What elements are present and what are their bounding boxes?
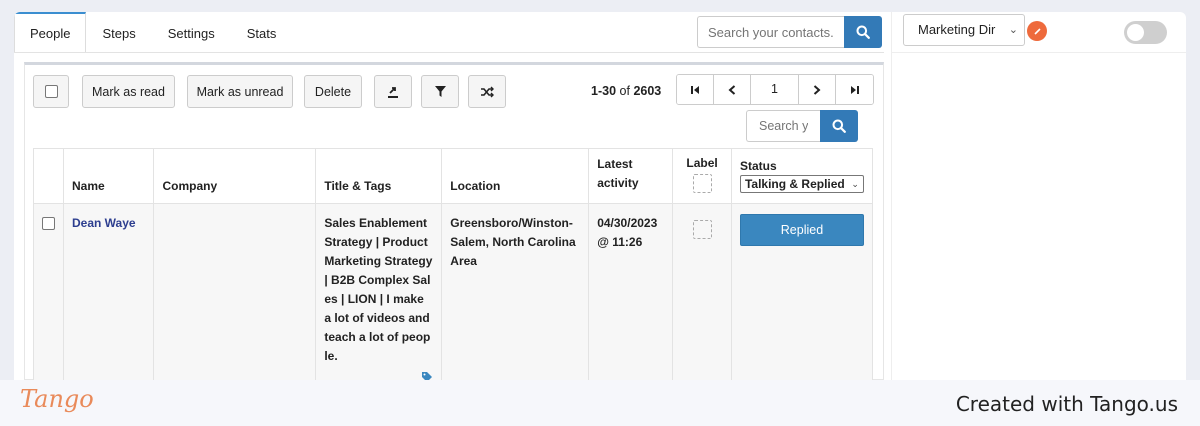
header-company[interactable]: Company (153, 148, 317, 204)
tag-icon[interactable] (324, 370, 433, 380)
shuffle-button[interactable] (468, 75, 506, 108)
page-of: of (619, 84, 630, 98)
tab-divider (14, 52, 884, 53)
tab-steps[interactable]: Steps (86, 12, 151, 52)
row-status: Replied (731, 203, 874, 380)
right-panel-divider (891, 12, 892, 380)
row-title-text: Sales Enablement Strategy | Product Mark… (324, 216, 433, 363)
contact-search (697, 16, 882, 48)
status-filter-select[interactable]: Talking & Replied ⌄ (739, 175, 864, 193)
header-location[interactable]: Location (441, 148, 590, 204)
row-select-cell (33, 203, 64, 380)
page-number-input[interactable]: 1 (751, 75, 799, 104)
search-icon (832, 119, 846, 133)
row-company (153, 203, 317, 380)
mark-unread-button[interactable]: Mark as unread (187, 75, 293, 108)
tab-settings[interactable]: Settings (152, 12, 231, 52)
table-header-row: Name Company Title & Tags Location Lates… (33, 148, 874, 204)
header-title-tags[interactable]: Title & Tags (315, 148, 443, 204)
header-label-text: Label (686, 156, 718, 170)
shuffle-icon (481, 86, 494, 97)
first-page-icon (691, 85, 699, 94)
prev-page-button[interactable] (714, 75, 751, 104)
select-all-button[interactable] (33, 75, 69, 108)
first-page-button[interactable] (677, 75, 714, 104)
tab-people[interactable]: People (14, 12, 87, 52)
replied-button[interactable]: Replied (739, 214, 864, 246)
row-title-tags: Sales Enablement Strategy | Product Mark… (315, 203, 443, 380)
pager: 1 (676, 74, 874, 105)
next-page-button[interactable] (799, 75, 836, 104)
campaign-dropdown-value: Marketing Dir (918, 22, 996, 37)
mark-read-button[interactable]: Mark as read (82, 75, 175, 108)
row-checkbox[interactable] (42, 217, 55, 230)
chevron-right-icon (813, 84, 821, 95)
contact-search-button[interactable] (844, 16, 882, 48)
label-filter-box[interactable] (692, 174, 712, 193)
table-search-button[interactable] (820, 110, 858, 142)
page-total: 2603 (633, 84, 662, 98)
row-label-box[interactable] (692, 220, 712, 239)
chevron-left-icon (728, 84, 736, 95)
table-search-input[interactable] (746, 110, 820, 142)
search-icon (856, 25, 870, 39)
row-location: Greensboro/Winston-Salem, North Carolina… (441, 203, 590, 380)
header-name[interactable]: Name (63, 148, 155, 204)
last-page-button[interactable] (836, 75, 873, 104)
main-card: People Steps Settings Stats Marketing Di… (14, 12, 1186, 380)
export-button[interactable] (374, 75, 412, 108)
contact-name-link[interactable]: Dean Waye (72, 216, 136, 230)
row-label (672, 203, 732, 380)
header-status: Status Talking & Replied ⌄ (731, 148, 874, 204)
contact-search-input[interactable] (697, 16, 844, 48)
export-icon (388, 86, 398, 98)
row-activity: 04/30/2023 @ 11:26 (588, 203, 674, 380)
header-latest-activity[interactable]: Latest activity (588, 148, 674, 204)
pencil-icon (1033, 27, 1041, 35)
tango-logo: Tango (20, 385, 94, 413)
page-count: 1-30 of 2603 (591, 84, 661, 98)
select-all-checkbox[interactable] (44, 85, 58, 98)
toggle-knob (1127, 24, 1144, 41)
tab-bar: People Steps Settings Stats (14, 12, 292, 52)
tab-stats[interactable]: Stats (231, 12, 293, 52)
header-label: Label (672, 148, 732, 204)
filter-button[interactable] (421, 75, 459, 108)
right-panel-rule (891, 52, 1186, 53)
filter-icon (434, 86, 446, 97)
row-name: Dean Waye (63, 203, 155, 380)
contacts-panel: Mark as read Mark as unread Delete 1-30 … (24, 62, 884, 380)
page-range: 1-30 (591, 84, 617, 98)
campaign-dropdown[interactable]: Marketing Dir ⌄ (903, 14, 1025, 46)
header-status-text: Status (739, 159, 777, 173)
delete-button[interactable]: Delete (304, 75, 362, 108)
contacts-table: Name Company Title & Tags Location Lates… (33, 148, 874, 380)
status-filter-value: Talking & Replied (744, 177, 845, 191)
last-page-icon (850, 85, 859, 94)
header-select (33, 148, 64, 204)
table-row[interactable]: Dean Waye Sales Enablement Strategy | Pr… (33, 203, 874, 380)
edit-badge[interactable] (1027, 21, 1047, 41)
chevron-down-icon: ⌄ (1008, 24, 1018, 36)
created-with-text: Created with Tango.us (955, 392, 1178, 416)
chevron-down-icon: ⌄ (851, 179, 859, 189)
toggle-switch[interactable] (1124, 21, 1167, 44)
table-search (746, 110, 858, 142)
